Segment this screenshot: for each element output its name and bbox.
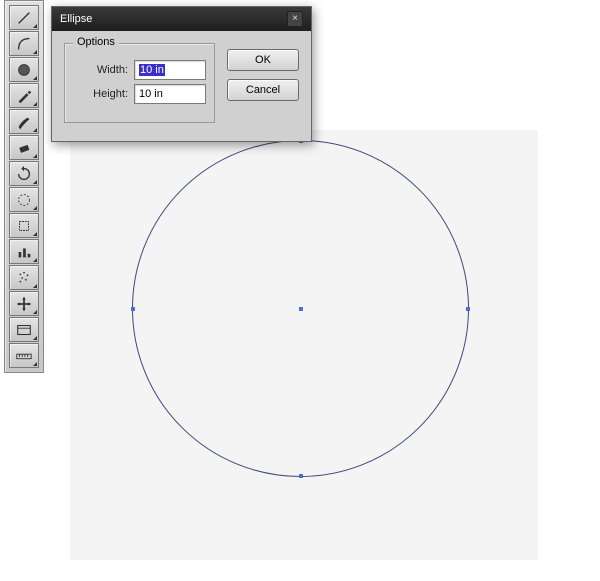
options-legend: Options xyxy=(73,36,119,48)
lasso-tool[interactable] xyxy=(9,187,39,212)
pencil-tool[interactable] xyxy=(9,83,39,108)
ellipse-shape[interactable] xyxy=(132,140,469,477)
eraser-icon xyxy=(15,139,33,157)
eraser-tool[interactable] xyxy=(9,135,39,160)
ellipse-tool[interactable] xyxy=(9,57,39,82)
arc-icon xyxy=(15,35,33,53)
paintbrush-tool[interactable] xyxy=(9,109,39,134)
measure-icon xyxy=(15,347,33,365)
arc-tool[interactable] xyxy=(9,31,39,56)
line-segment-icon xyxy=(15,9,33,27)
width-input[interactable]: 10 in xyxy=(134,60,206,80)
tools-panel xyxy=(4,0,44,373)
anchor-center[interactable] xyxy=(299,307,303,311)
canvas-area[interactable] xyxy=(70,130,538,560)
anchor-left[interactable] xyxy=(131,307,135,311)
move-icon xyxy=(15,295,33,313)
cancel-button[interactable]: Cancel xyxy=(227,79,299,101)
graph-tool[interactable] xyxy=(9,239,39,264)
dialog-titlebar[interactable]: Ellipse × xyxy=(52,7,311,31)
artboard-tool[interactable] xyxy=(9,317,39,342)
line-segment-tool[interactable] xyxy=(9,5,39,30)
rotate-icon xyxy=(15,165,33,183)
close-icon[interactable]: × xyxy=(287,11,303,27)
lasso-icon xyxy=(15,191,33,209)
paintbrush-icon xyxy=(15,113,33,131)
height-label: Height: xyxy=(93,88,128,100)
ok-button[interactable]: OK xyxy=(227,49,299,71)
artboard-icon xyxy=(15,321,33,339)
crop-tool[interactable] xyxy=(9,213,39,238)
spray-tool[interactable] xyxy=(9,265,39,290)
anchor-bottom[interactable] xyxy=(299,474,303,478)
crop-icon xyxy=(15,217,33,235)
measure-tool[interactable] xyxy=(9,343,39,368)
graph-icon xyxy=(15,243,33,261)
width-label: Width: xyxy=(97,64,128,76)
options-group: Options Width: 10 in Height: 10 in xyxy=(64,43,215,123)
dialog-title: Ellipse xyxy=(60,13,92,25)
pencil-icon xyxy=(15,87,33,105)
spray-icon xyxy=(15,269,33,287)
height-input[interactable]: 10 in xyxy=(134,84,206,104)
rotate-tool[interactable] xyxy=(9,161,39,186)
anchor-right[interactable] xyxy=(466,307,470,311)
ellipse-dialog: Ellipse × Options Width: 10 in Height: 1… xyxy=(51,6,312,142)
move-tool[interactable] xyxy=(9,291,39,316)
ellipse-icon xyxy=(15,61,33,79)
